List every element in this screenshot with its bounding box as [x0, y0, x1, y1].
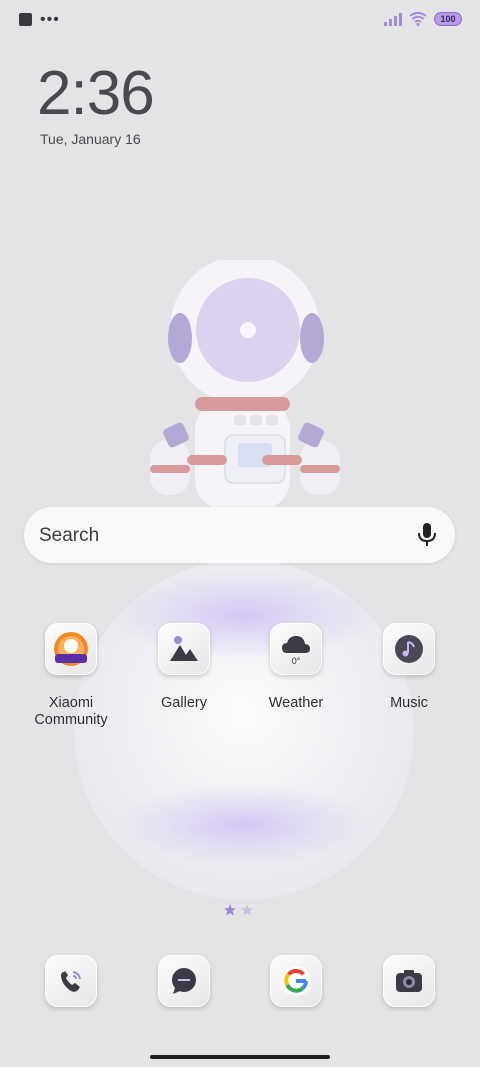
gallery-icon[interactable] [158, 623, 210, 675]
app-gallery[interactable]: Gallery [129, 623, 239, 712]
battery-level: 100 [440, 14, 456, 24]
weather-icon[interactable]: 0° [270, 623, 322, 675]
phone-icon[interactable] [45, 955, 97, 1007]
status-bar: ••• 100 [0, 0, 480, 40]
app-xiaomi-community[interactable]: Xiaomi Community [16, 623, 126, 729]
camera-icon[interactable] [383, 955, 435, 1007]
app-label: Xiaomi Community [34, 695, 108, 728]
signal-icon [384, 12, 402, 26]
battery-icon: 100 [434, 12, 462, 26]
lockscreen-clock: 2:36 [37, 59, 155, 128]
app-weather[interactable]: 0° Weather [241, 623, 351, 712]
app-label: Gallery [161, 695, 207, 711]
wallpaper-astronaut [74, 260, 414, 900]
wifi-icon [409, 12, 427, 26]
app-label: Weather [268, 695, 324, 711]
search-bar[interactable]: Search [24, 507, 455, 563]
dock-google[interactable] [241, 955, 351, 1007]
google-icon[interactable] [270, 955, 322, 1007]
xiaomi-community-icon[interactable] [45, 623, 97, 675]
messages-icon[interactable] [158, 955, 210, 1007]
dock-messages[interactable] [129, 955, 239, 1007]
search-placeholder: Search [39, 525, 100, 546]
app-label: Music [390, 695, 428, 711]
music-icon[interactable] [383, 623, 435, 675]
app-notification-icon [19, 13, 32, 26]
page-dot [241, 904, 253, 916]
page-indicator [224, 904, 253, 916]
page-dot-active [224, 904, 236, 916]
dock-phone[interactable] [16, 955, 126, 1007]
dock-camera[interactable] [354, 955, 464, 1007]
gesture-nav-bar[interactable] [150, 1055, 330, 1059]
app-music[interactable]: Music [354, 623, 464, 712]
weather-temp: 0° [291, 655, 301, 666]
microphone-icon[interactable] [417, 522, 437, 548]
lockscreen-date: Tue, January 16 [40, 131, 141, 147]
more-dots-icon: ••• [40, 10, 60, 28]
